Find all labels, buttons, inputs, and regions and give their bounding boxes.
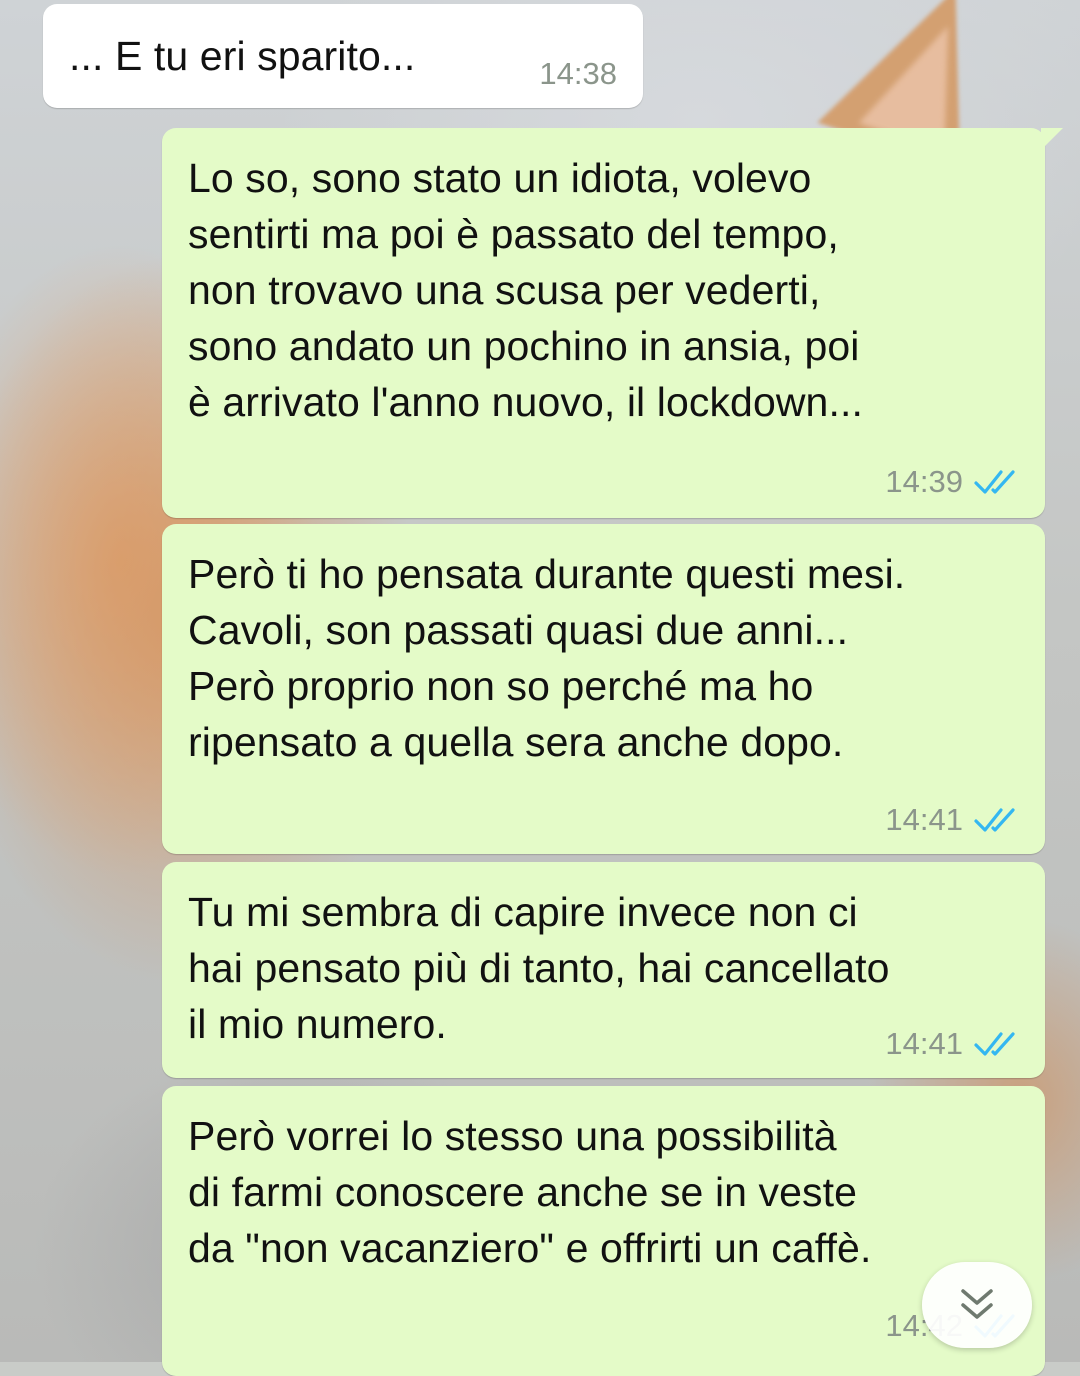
message-timestamp: 14:38 [539,56,617,91]
outgoing-message[interactable]: Tu mi sembra di capire invece non ci hai… [162,862,1045,1078]
chevron-double-down-icon [961,1289,993,1319]
scroll-to-bottom-button[interactable] [922,1262,1032,1348]
message-timestamp: 14:39 [885,464,963,499]
message-timestamp: 14:41 [885,802,963,837]
outgoing-message[interactable]: Però ti ho pensata durante questi mesi. … [162,524,1045,854]
outgoing-message[interactable]: Però vorrei lo stesso una possibilità di… [162,1086,1045,1376]
double-check-icon [974,470,1015,494]
incoming-message[interactable]: ... E tu eri sparito... 14:38 [43,4,643,108]
message-text: Però vorrei lo stesso una possibilità di… [188,1113,872,1271]
message-list[interactable]: ... E tu eri sparito... 14:38 Lo so, son… [0,0,1080,1376]
message-text: Però ti ho pensata durante questi mesi. … [188,551,906,765]
outgoing-message[interactable]: Lo so, sono stato un idiota, volevo sent… [162,128,1063,518]
message-text: ... E tu eri sparito... [69,33,416,79]
double-check-icon [974,808,1015,832]
message-text: Tu mi sembra di capire invece non ci hai… [188,889,890,1047]
double-check-icon [974,1032,1015,1056]
message-text: Lo so, sono stato un idiota, volevo sent… [188,155,863,425]
message-timestamp: 14:41 [885,1026,963,1061]
